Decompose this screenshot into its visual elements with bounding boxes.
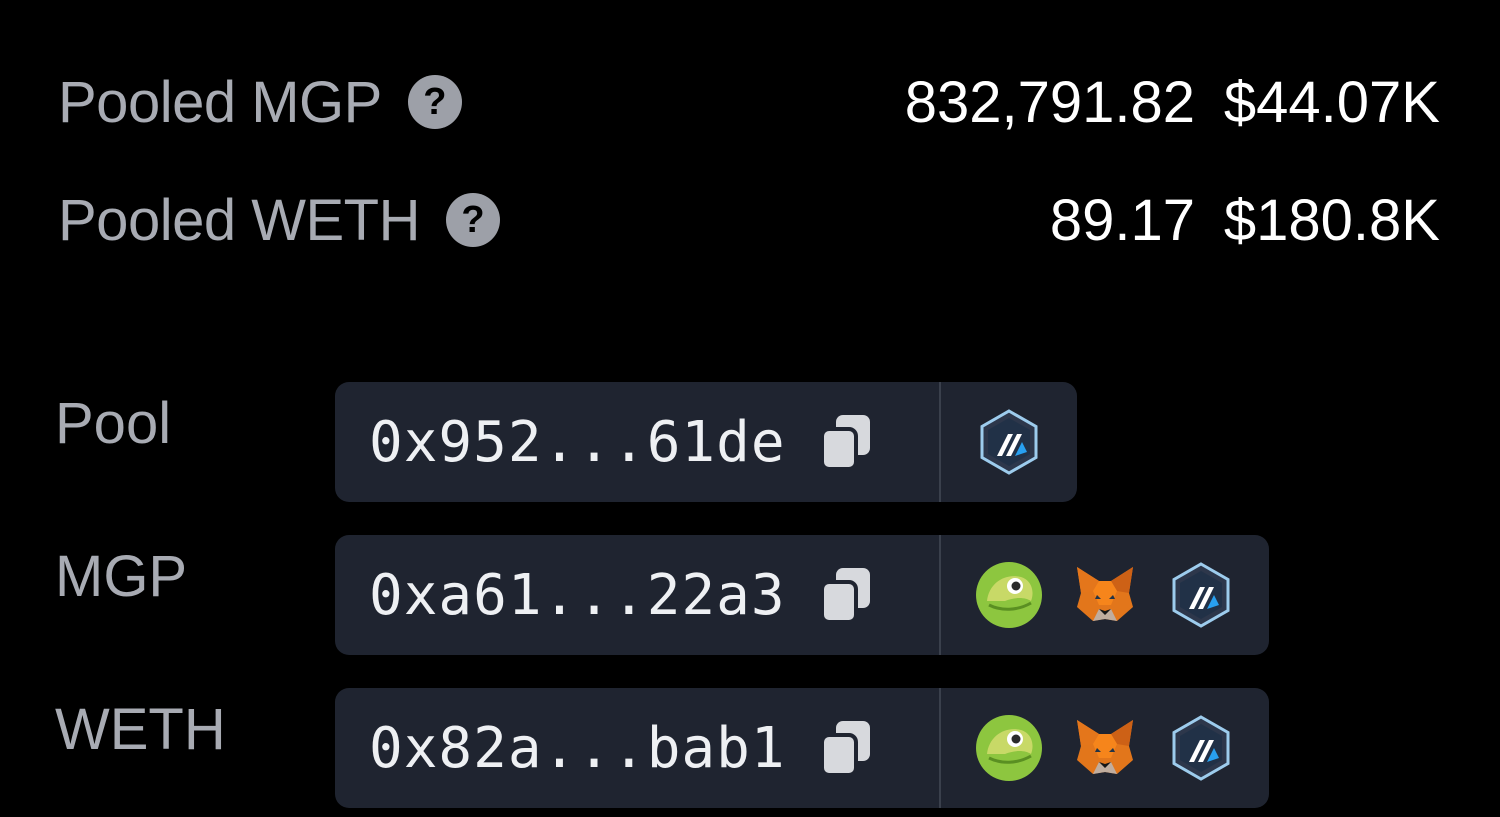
weth-address-text[interactable]: 0x82a...bab1 [369,716,786,781]
pool-address-text[interactable]: 0x952...61de [369,410,786,475]
pooled-weth-usd: $180.8K [1223,187,1440,253]
question-circle-icon[interactable]: ? [407,75,462,129]
pooled-weth-amount: 89.17 [1049,187,1195,253]
pooled-mgp-label: Pooled MGP [58,69,382,135]
weth-address-label: WETH [55,697,226,762]
coingecko-icon[interactable] [975,714,1043,782]
mgp-address-links [941,535,1269,655]
question-circle-icon[interactable]: ? [445,193,500,247]
pool-address-box: 0x952...61de [335,382,1077,502]
weth-address-links [941,688,1269,808]
pool-address-links [941,382,1077,502]
metamask-icon[interactable] [1071,561,1139,629]
arbitrum-icon[interactable] [1167,561,1235,629]
copy-icon[interactable] [819,413,874,471]
copy-icon[interactable] [819,719,874,777]
token-pool-info-panel: Pooled MGP ? 832,791.82 $44.07K Pooled W… [0,0,1500,817]
pooled-mgp-usd: $44.07K [1223,69,1440,135]
mgp-address-label: MGP [55,544,188,609]
metamask-icon[interactable] [1071,714,1139,782]
pool-address-copy-area[interactable]: 0x952...61de [335,382,941,502]
coingecko-icon[interactable] [975,561,1043,629]
pool-address-label: Pool [55,391,172,456]
pooled-mgp-row: Pooled MGP ? 832,791.82 $44.07K [58,62,1440,142]
weth-address-copy-area[interactable]: 0x82a...bab1 [335,688,941,808]
arbitrum-icon[interactable] [975,408,1043,476]
mgp-address-copy-area[interactable]: 0xa61...22a3 [335,535,941,655]
pooled-weth-row: Pooled WETH ? 89.17 $180.8K [58,180,1440,260]
mgp-address-text[interactable]: 0xa61...22a3 [369,563,786,628]
arbitrum-icon[interactable] [1167,714,1235,782]
pooled-mgp-amount: 832,791.82 [904,69,1195,135]
copy-icon[interactable] [819,566,874,624]
mgp-address-box: 0xa61...22a3 [335,535,1269,655]
weth-address-box: 0x82a...bab1 [335,688,1269,808]
pooled-weth-label: Pooled WETH [58,187,420,253]
